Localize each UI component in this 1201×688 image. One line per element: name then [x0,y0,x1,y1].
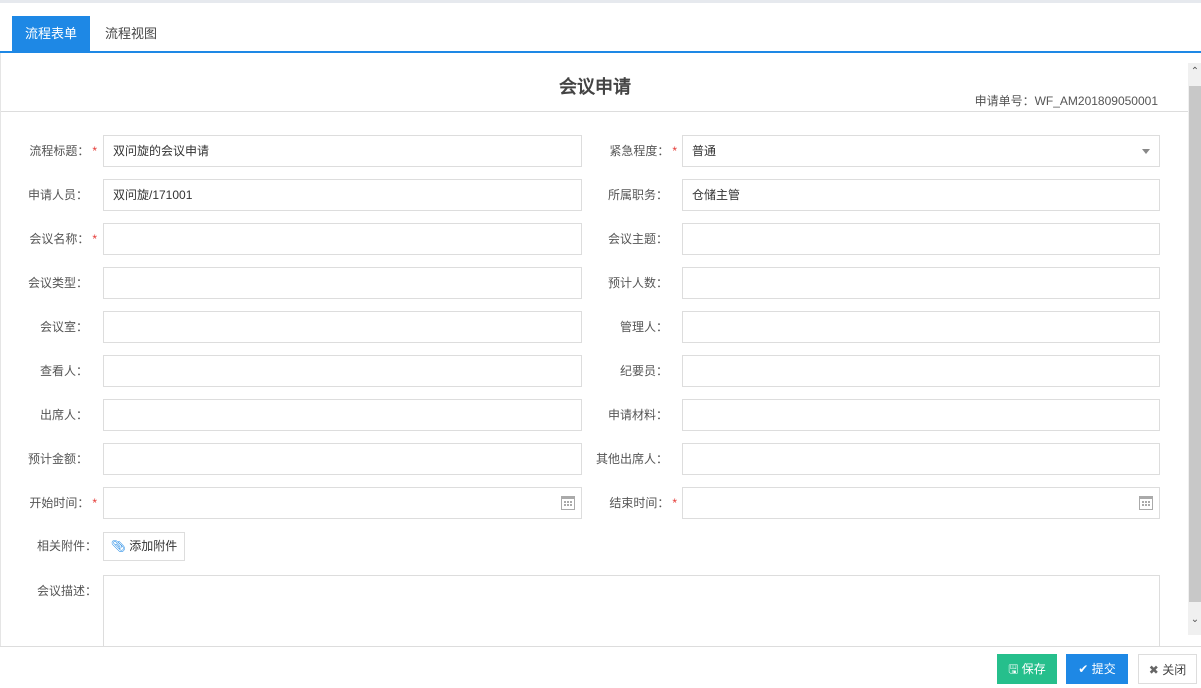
floppy-icon: 🖫︎ [1008,662,1019,676]
left-field-label: 申请人员： [7,179,97,211]
label-text: 开始时间： [29,496,90,510]
text-input[interactable] [682,399,1160,431]
required-mark: * [672,496,677,510]
text-input[interactable] [682,355,1160,387]
scroll-up-icon[interactable]: ⌃ [1189,66,1201,77]
text-input[interactable] [682,443,1160,475]
left-field-label: 会议名称： * [7,223,97,255]
tab-process-view[interactable]: 流程视图 [96,16,166,51]
label-text: 所属职务： [607,188,668,202]
text-input[interactable] [103,223,582,255]
required-mark: * [672,144,677,158]
scrollbar-thumb[interactable] [1189,86,1201,602]
text-input[interactable] [103,443,582,475]
required-mark: * [92,232,97,246]
attachments-label: 相关附件： [36,539,97,553]
text-input[interactable] [682,223,1160,255]
label-text: 会议类型： [27,276,88,290]
text-input[interactable] [103,399,582,431]
label-text: 纪要员： [619,364,668,378]
input-value: 普通 [692,144,717,158]
right-field-label: 会议主题： [587,223,677,255]
label-text: 查看人： [39,364,88,378]
left-field-label: 会议类型： [7,267,97,299]
close-icon: ✖ [1148,663,1159,677]
label-text: 会议名称： [29,232,90,246]
label-text: 预计金额： [27,452,88,466]
select[interactable]: 普通 [682,135,1160,167]
label-text: 会议主题： [607,232,668,246]
text-input[interactable] [103,267,582,299]
chevron-down-icon[interactable] [1142,149,1150,154]
right-field-label: 结束时间： * [587,487,677,519]
label-text: 预计人数： [607,276,668,290]
right-field-label: 纪要员： [587,355,677,387]
date-input[interactable] [682,487,1160,519]
description-textarea[interactable] [103,575,1160,646]
right-field-label: 紧急程度： * [587,135,677,167]
right-field-label: 所属职务： [587,179,677,211]
save-button[interactable]: 🖫︎ 保存 [997,654,1057,684]
required-mark: * [92,144,97,158]
input-value: 仓储主管 [692,188,741,202]
form-content: 会议申请 申请单号：WF_AM201809050001 相关附件： 📎︎ 添加附… [0,53,1188,646]
text-input[interactable]: 双问旋的会议申请 [103,135,582,167]
label-text: 流程标题： [29,144,90,158]
text-input[interactable] [682,311,1160,343]
required-mark: * [92,496,97,510]
paperclip-icon: 📎︎ [110,539,126,553]
text-input[interactable] [682,267,1160,299]
label-text: 结束时间： [609,496,670,510]
calendar-icon[interactable] [1139,496,1153,510]
tab-process-form[interactable]: 流程表单 [12,16,90,51]
label-text: 紧急程度： [609,144,670,158]
right-field-label: 管理人： [587,311,677,343]
check-icon: ✔ [1078,662,1089,676]
scroll-down-icon[interactable]: ⌄ [1189,614,1201,625]
text-input[interactable] [103,311,582,343]
left-field-label: 查看人： [7,355,97,387]
submit-button[interactable]: ✔ 提交 [1066,654,1128,684]
divider [1,111,1188,112]
left-field-label: 开始时间： * [7,487,97,519]
right-field-label: 申请材料： [587,399,677,431]
left-field-label: 出席人： [7,399,97,431]
left-field-label: 预计金额： [7,443,97,475]
description-label: 会议描述： [36,584,97,598]
top-strip [0,0,1201,3]
date-input[interactable] [103,487,582,519]
add-attachment-button[interactable]: 📎︎ 添加附件 [103,532,185,561]
tab-bar: 流程表单 流程视图 [0,16,1201,53]
footer: 🖫︎ 保存 ✔ 提交 ✖ 关闭 [0,646,1201,688]
right-field-label: 其他出席人： [587,443,677,475]
label-text: 管理人： [619,320,668,334]
text-input[interactable] [103,355,582,387]
left-field-label: 会议室： [7,311,97,343]
calendar-icon[interactable] [561,496,575,510]
right-field-label: 预计人数： [587,267,677,299]
label-text: 出席人： [39,408,88,422]
label-text: 申请材料： [607,408,668,422]
close-button[interactable]: ✖ 关闭 [1138,654,1197,684]
label-text: 会议室： [39,320,88,334]
label-text: 其他出席人： [595,452,668,466]
document-number: 申请单号：WF_AM201809050001 [974,94,1158,108]
left-field-label: 流程标题： * [7,135,97,167]
label-text: 申请人员： [27,188,88,202]
input-value: 双问旋/171001 [113,188,193,202]
text-input[interactable]: 仓储主管 [682,179,1160,211]
text-input[interactable]: 双问旋/171001 [103,179,582,211]
input-value: 双问旋的会议申请 [113,144,210,158]
